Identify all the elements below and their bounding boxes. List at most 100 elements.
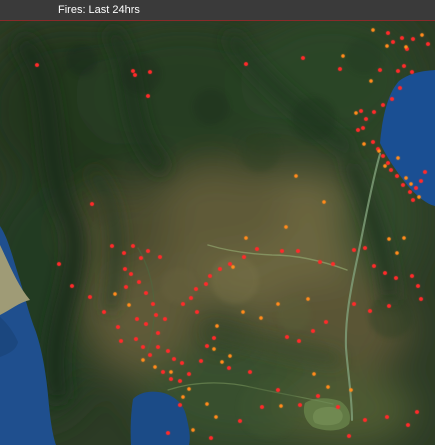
fire-detection-red[interactable] (110, 244, 114, 248)
fire-detection-red[interactable] (371, 140, 375, 144)
fire-detection-red[interactable] (415, 410, 419, 414)
fire-detection-red[interactable] (324, 320, 328, 324)
fire-detection-red[interactable] (297, 339, 301, 343)
fire-detection-red[interactable] (178, 379, 182, 383)
fire-detection-red[interactable] (390, 97, 394, 101)
fire-detection-red[interactable] (318, 260, 322, 264)
fire-detection-red[interactable] (364, 117, 368, 121)
fire-detection-red[interactable] (218, 267, 222, 271)
fire-detection-red[interactable] (204, 282, 208, 286)
fire-detection-red[interactable] (402, 64, 406, 68)
fire-detection-red[interactable] (276, 388, 280, 392)
fire-detection-red[interactable] (280, 249, 284, 253)
fire-detection-orange[interactable] (417, 195, 421, 199)
fire-detection-red[interactable] (158, 255, 162, 259)
fire-detection-red[interactable] (187, 372, 191, 376)
fire-detection-red[interactable] (137, 280, 141, 284)
fire-detection-red[interactable] (57, 262, 61, 266)
fire-detection-red[interactable] (238, 419, 242, 423)
fire-detection-red[interactable] (391, 40, 395, 44)
fire-detection-red[interactable] (426, 42, 430, 46)
fire-detection-red[interactable] (372, 264, 376, 268)
fire-detection-red[interactable] (124, 285, 128, 289)
fire-detection-red[interactable] (131, 69, 135, 73)
fire-detection-red[interactable] (212, 336, 216, 340)
fire-detection-orange[interactable] (284, 225, 288, 229)
fire-detection-red[interactable] (144, 291, 148, 295)
fire-detection-red[interactable] (394, 276, 398, 280)
fire-detection-orange[interactable] (409, 182, 413, 186)
fire-detection-orange[interactable] (113, 292, 117, 296)
fire-detection-red[interactable] (296, 249, 300, 253)
fire-detection-red[interactable] (352, 248, 356, 252)
fire-detection-red[interactable] (156, 331, 160, 335)
fire-detection-red[interactable] (352, 302, 356, 306)
fire-detection-orange[interactable] (383, 164, 387, 168)
fire-detection-red[interactable] (368, 309, 372, 313)
fire-detection-red[interactable] (146, 249, 150, 253)
fire-detection-red[interactable] (134, 337, 138, 341)
fire-detection-orange[interactable] (396, 156, 400, 160)
fire-detection-orange[interactable] (127, 303, 131, 307)
fire-detection-red[interactable] (416, 284, 420, 288)
fire-detection-red[interactable] (169, 377, 173, 381)
fire-detection-orange[interactable] (191, 428, 195, 432)
fire-detection-red[interactable] (408, 190, 412, 194)
fire-detection-red[interactable] (131, 244, 135, 248)
fire-detection-red[interactable] (356, 128, 360, 132)
fire-detection-red[interactable] (311, 329, 315, 333)
fire-detection-orange[interactable] (214, 415, 218, 419)
fire-detection-orange[interactable] (276, 302, 280, 306)
fire-detection-red[interactable] (154, 313, 158, 317)
fire-detection-red[interactable] (90, 202, 94, 206)
fire-detection-red[interactable] (181, 302, 185, 306)
fire-detection-red[interactable] (414, 186, 418, 190)
fire-detection-orange[interactable] (326, 385, 330, 389)
fire-detection-red[interactable] (378, 68, 382, 72)
fire-detection-red[interactable] (208, 274, 212, 278)
fire-detection-red[interactable] (163, 317, 167, 321)
fire-detection-orange[interactable] (371, 28, 375, 32)
fire-detection-orange[interactable] (306, 297, 310, 301)
fire-detection-orange[interactable] (231, 265, 235, 269)
fire-detection-red[interactable] (244, 62, 248, 66)
fire-detection-red[interactable] (194, 287, 198, 291)
fire-detection-red[interactable] (166, 431, 170, 435)
fire-detection-red[interactable] (123, 267, 127, 271)
fire-detection-red[interactable] (195, 310, 199, 314)
fire-detection-red[interactable] (411, 37, 415, 41)
fire-detection-red[interactable] (363, 418, 367, 422)
fire-detection-red[interactable] (180, 361, 184, 365)
fire-detection-red[interactable] (122, 251, 126, 255)
fire-detection-orange[interactable] (228, 354, 232, 358)
fire-detection-red[interactable] (209, 436, 213, 440)
fire-detection-red[interactable] (35, 63, 39, 67)
fire-detection-orange[interactable] (215, 324, 219, 328)
fire-detection-orange[interactable] (369, 79, 373, 83)
fire-detection-red[interactable] (396, 69, 400, 73)
fire-detection-orange[interactable] (395, 251, 399, 255)
fire-detection-red[interactable] (316, 394, 320, 398)
fire-detection-orange[interactable] (420, 33, 424, 37)
fire-detection-red[interactable] (133, 73, 137, 77)
fire-detection-red[interactable] (199, 359, 203, 363)
fire-detection-red[interactable] (410, 70, 414, 74)
fire-detection-red[interactable] (336, 405, 340, 409)
fire-detection-orange[interactable] (387, 237, 391, 241)
fire-detection-red[interactable] (172, 357, 176, 361)
fire-detection-red[interactable] (383, 271, 387, 275)
fire-detection-red[interactable] (401, 183, 405, 187)
fire-detection-red[interactable] (301, 56, 305, 60)
fire-detection-orange[interactable] (153, 365, 157, 369)
fire-detection-orange[interactable] (354, 111, 358, 115)
fire-detection-red[interactable] (146, 94, 150, 98)
fire-detection-red[interactable] (119, 339, 123, 343)
map-view[interactable]: Fires: Last 24hrs (0, 0, 435, 445)
fire-detection-red[interactable] (227, 366, 231, 370)
fire-detection-orange[interactable] (377, 149, 381, 153)
fire-detection-red[interactable] (228, 262, 232, 266)
fire-detection-red[interactable] (248, 370, 252, 374)
fire-detection-orange[interactable] (312, 372, 316, 376)
fire-detection-red[interactable] (148, 70, 152, 74)
fire-detection-red[interactable] (372, 110, 376, 114)
